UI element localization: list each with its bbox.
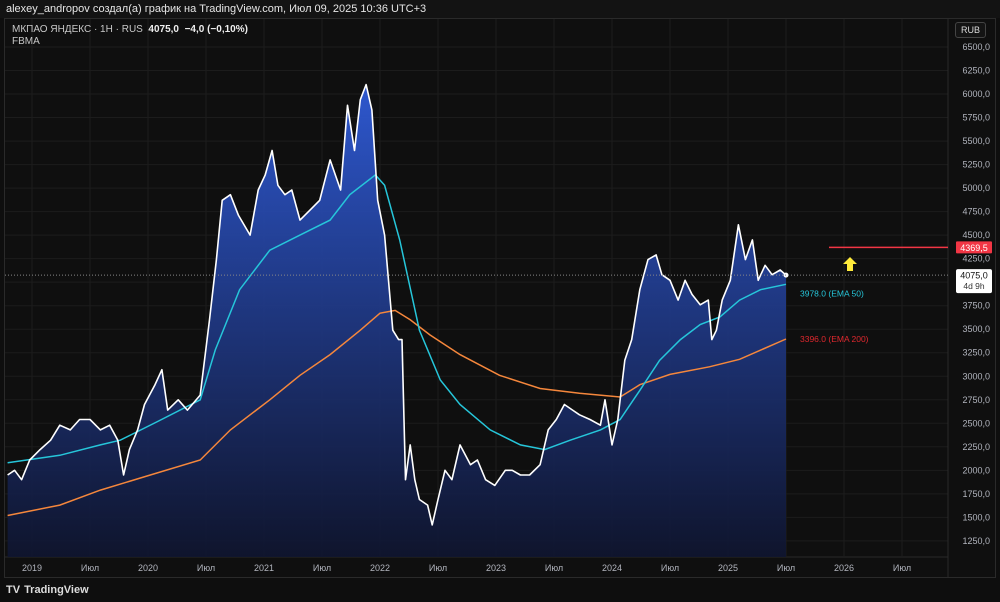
y-tick-label: 2500,0 — [962, 418, 990, 428]
x-tick-label: Июл — [893, 563, 911, 573]
indicator-name[interactable]: FBMA — [12, 36, 248, 48]
currency-button[interactable]: RUB — [955, 22, 987, 38]
x-tick-label: Июл — [81, 563, 99, 573]
y-tick-label: 6500,0 — [962, 42, 990, 52]
price-change: −4,0 (−0,10%) — [184, 24, 248, 35]
symbol-info[interactable]: МКПАО ЯНДЕКС · 1Н · RUS — [12, 24, 143, 35]
x-tick-label: 2021 — [254, 563, 274, 573]
y-tick-label: 5000,0 — [962, 183, 990, 193]
y-tick-label: 3250,0 — [962, 348, 990, 358]
y-tick-label: 6250,0 — [962, 66, 990, 76]
y-tick-label: 2750,0 — [962, 395, 990, 405]
y-tick-label: 5500,0 — [962, 136, 990, 146]
y-tick-label: 5750,0 — [962, 113, 990, 123]
y-tick-label: 4750,0 — [962, 207, 990, 217]
brand-name: TradingView — [24, 584, 89, 596]
ema200-label: 3396.0 (EMA 200) — [800, 334, 869, 344]
y-tick-label: 3000,0 — [962, 371, 990, 381]
y-tick-label: 2250,0 — [962, 442, 990, 452]
y-tick-label: 4500,0 — [962, 230, 990, 240]
alert-price-label: 4369,5 — [960, 243, 988, 253]
countdown-label: 4d 9h — [963, 281, 985, 291]
y-tick-label: 3750,0 — [962, 301, 990, 311]
x-tick-label: 2024 — [602, 563, 622, 573]
y-tick-label: 5250,0 — [962, 160, 990, 170]
x-tick-label: Июл — [429, 563, 447, 573]
x-tick-label: 2020 — [138, 563, 158, 573]
x-tick-label: 2022 — [370, 563, 390, 573]
tradingview-logo-icon: TV — [6, 584, 21, 596]
y-tick-label: 6000,0 — [962, 89, 990, 99]
last-price: 4075,0 — [148, 24, 179, 35]
y-tick-label: 2000,0 — [962, 465, 990, 475]
y-tick-label: 3500,0 — [962, 324, 990, 334]
x-tick-label: Июл — [313, 563, 331, 573]
x-tick-label: 2026 — [834, 563, 854, 573]
x-tick-label: Июл — [661, 563, 679, 573]
y-tick-label: 1250,0 — [962, 536, 990, 546]
x-tick-label: Июл — [545, 563, 563, 573]
tradingview-footer[interactable]: TV TradingView — [6, 584, 89, 596]
y-tick-label: 4250,0 — [962, 254, 990, 264]
x-tick-label: 2023 — [486, 563, 506, 573]
chart-legend: МКПАО ЯНДЕКС · 1Н · RUS 4075,0 −4,0 (−0,… — [12, 24, 248, 48]
x-tick-label: Июл — [197, 563, 215, 573]
x-tick-label: 2019 — [22, 563, 42, 573]
ema50-label: 3978.0 (EMA 50) — [800, 288, 864, 298]
y-tick-label: 1500,0 — [962, 512, 990, 522]
x-tick-label: 2025 — [718, 563, 738, 573]
price-area-fill — [7, 84, 787, 557]
price-chart[interactable]: 6500,0 6250,0 6000,0 5750,0 5500,0 5250,0 5000… — [0, 0, 1000, 602]
y-tick-label: 1750,0 — [962, 489, 990, 499]
last-price-tag-label: 4075,0 — [960, 271, 988, 281]
x-tick-label: Июл — [777, 563, 795, 573]
